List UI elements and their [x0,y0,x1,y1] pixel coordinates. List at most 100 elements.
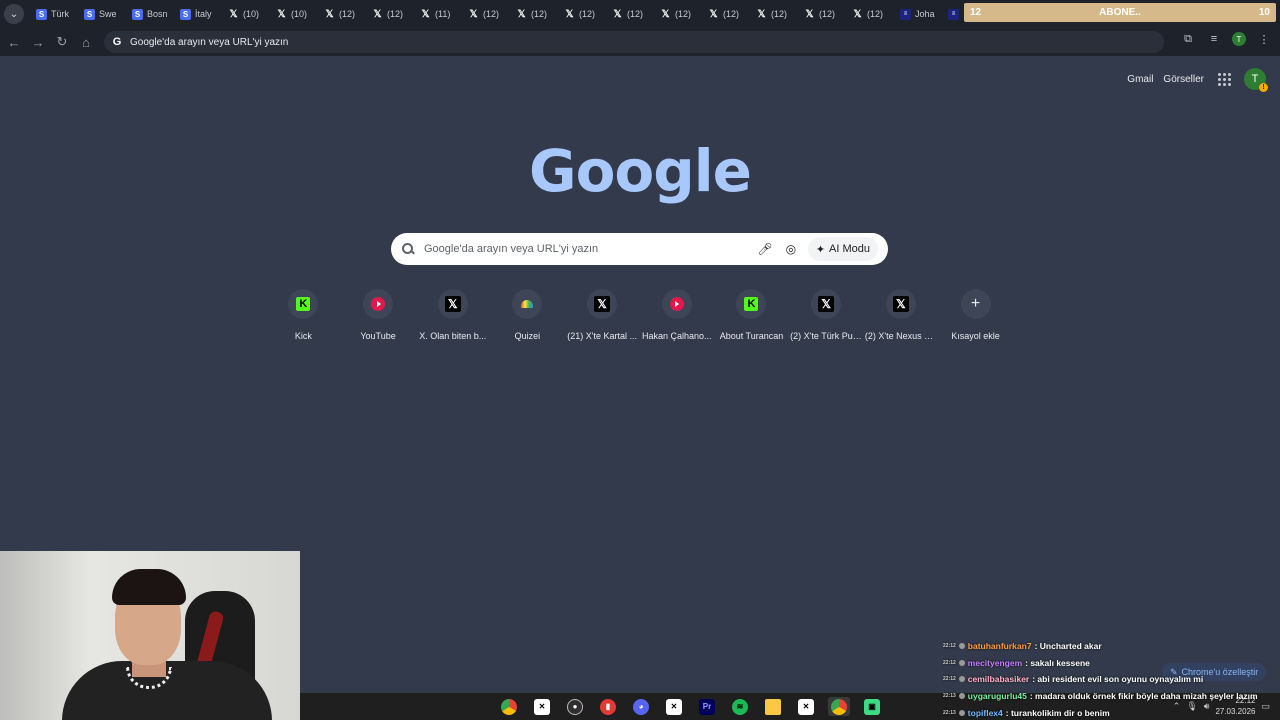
x-icon: 𝕏 [805,8,814,20]
browser-tab[interactable]: 𝕏 (12) [606,0,654,28]
shortcut-tile[interactable]: K About Turancan [714,289,789,341]
media-icon[interactable]: ≡ [1206,31,1222,47]
x-shortcut-circle[interactable]: 𝕏 [885,289,916,319]
browser-tab[interactable]: ≡ Joha [894,0,942,28]
capcut-taskbar-icon[interactable]: ✕ [531,697,553,716]
browser-tab[interactable]: 𝕏 (12) [318,0,366,28]
browser-tab[interactable]: 𝕏 (12) [558,0,606,28]
chrome-active-taskbar-icon[interactable] [828,697,850,716]
kick-shortcut-circle[interactable]: K [288,289,319,319]
shortcut-tile[interactable]: 𝕏 X. Olan biten b... [415,289,490,341]
kick-icon: K [744,297,759,311]
shortcut-tile[interactable]: Quizei [490,289,565,341]
shortcut-tile[interactable]: 𝕏 (2) X'te Nexus S... [864,289,939,341]
chat-username: cemilbabasiker [967,674,1030,685]
images-link[interactable]: Görseller [1163,74,1204,85]
shortcuts: K Kick YouTube 𝕏 X. Olan biten b... Quizei 𝕏 (2… [266,289,1013,341]
chat-message: 22:12 batuhanfurkan7: Uncharted akar [943,638,1280,655]
x-icon: 𝕏 [325,8,334,20]
x-shortcut-circle[interactable]: 𝕏 [811,289,842,319]
chrome-taskbar-icon[interactable] [498,697,520,716]
browser-tab[interactable]: 𝕏 (12) [654,0,702,28]
file-explorer-taskbar-icon[interactable] [762,697,784,716]
browser-tab[interactable]: 𝕏 (12) [366,0,414,28]
shortcut-tile[interactable]: 𝕏 (2) X'te Türk Pulse [789,289,864,341]
browser-tab[interactable]: 𝕏 (10) [222,0,270,28]
capcut3-taskbar-icon[interactable]: ✕ [795,697,817,716]
browser-tab[interactable]: S Swe [78,0,126,28]
tab-title: (12) [579,9,596,19]
browser-tab[interactable]: S Türk [30,0,78,28]
browser-tab[interactable]: S İtaly [174,0,222,28]
address-bar[interactable]: G Google'da arayın veya URL'yi yazın [104,31,1164,53]
blue-doc-icon: S [180,8,191,20]
search-input[interactable] [424,243,748,255]
browser-tab[interactable]: 𝕏 (12) [462,0,510,28]
gmail-link[interactable]: Gmail [1127,74,1153,85]
google-logo: Google [528,137,752,205]
youtube-shortcut-circle[interactable] [363,289,394,319]
shortcut-tile[interactable]: YouTube [341,289,416,341]
abone-center: ABONE.. [1099,7,1141,18]
search-box[interactable]: 🎤︎ ◎ ✦ AI Modu [391,233,888,265]
microphone-icon[interactable]: 🎤︎ [756,240,774,258]
chat-username: topiflex4 [967,707,1003,718]
tab-search-button[interactable]: ⌄ [4,4,24,24]
address-text[interactable]: Google'da arayın veya URL'yi yazın [130,37,288,48]
obs-taskbar-icon[interactable]: ● [564,697,586,716]
tab-title: (12) [675,9,692,19]
menu-icon[interactable]: ⋮ [1256,31,1272,47]
app-green-taskbar-icon[interactable]: ▣ [861,697,883,716]
browser-tab[interactable]: 𝕏 (11) [414,0,462,28]
extensions-icon[interactable]: ⧉ [1180,31,1196,47]
spotify-taskbar-icon[interactable]: ≋ [729,697,751,716]
shortcut-tile[interactable]: + Kısayol ekle [938,289,1013,341]
browser-tab[interactable]: 𝕏 (12) [702,0,750,28]
browser-tab[interactable]: 𝕏 (10) [270,0,318,28]
quiz-shortcut-circle[interactable] [512,289,543,319]
shortcut-tile[interactable]: Hakan Çalhano... [639,289,714,341]
browser-tab[interactable]: 𝕏 (12) [846,0,894,28]
shortcut-tile[interactable]: K Kick [266,289,341,341]
home-icon[interactable]: ⌂ [74,30,98,54]
x-icon: 𝕏 [421,8,430,20]
capcut2-taskbar-icon[interactable]: ✕ [663,697,685,716]
reload-icon[interactable]: ↻ [50,30,74,54]
youtube-shortcut-circle[interactable] [661,289,692,319]
chat-text: : madara olduk örnek fikir böyle daha mi… [1029,691,1258,702]
forward-icon[interactable]: → [26,30,50,54]
shortcut-label: Kick [294,331,312,341]
kick-shortcut-circle[interactable]: K [736,289,767,319]
webcam-overlay [0,551,300,720]
account-avatar-letter: T [1251,73,1259,85]
plus-shortcut-circle[interactable]: + [960,289,991,319]
browser-tab[interactable]: S Bosn [126,0,174,28]
stream-chat-overlay: 22:12 batuhanfurkan7: Uncharted akar 22:12… [943,638,1280,720]
chat-text: : turankolikim dir o benim [1005,707,1110,718]
back-icon[interactable]: ← [2,30,26,54]
apps-grid-icon[interactable] [1214,69,1234,89]
account-avatar[interactable]: T ! [1244,68,1268,92]
browser-tab[interactable]: 𝕏 (12) [510,0,558,28]
browser-tab[interactable]: 𝕏 (12) [750,0,798,28]
chat-text: : Uncharted akar [1034,641,1102,652]
x-shortcut-circle[interactable]: 𝕏 [437,289,468,319]
shortcut-tile[interactable]: 𝕏 (21) X'te Kartal ... [565,289,640,341]
chat-message: 22:13 topiflex4: turankolikim dir o benim [943,704,1280,720]
premiere-taskbar-icon[interactable]: Pr [696,697,718,716]
ai-sparkle-icon: ✦ [815,243,826,256]
chat-badge-icon [958,643,965,650]
x-shortcut-circle[interactable]: 𝕏 [587,289,618,319]
tabs: S Türk S Swe S Bosn S İtaly 𝕏 (10) 𝕏 (10) 𝕏 (12) 𝕏 (12)… [30,0,990,28]
chat-badge-icon [958,659,965,666]
browser-tab[interactable]: 𝕏 (12) [798,0,846,28]
tab-title: (12) [339,9,356,19]
ai-mode-button[interactable]: ✦ AI Modu [807,237,878,261]
kick-icon: K [296,297,311,311]
lens-icon[interactable]: ◎ [782,240,800,258]
warning-icon: ! [1259,83,1268,92]
profile-avatar-icon[interactable]: T [1232,32,1246,46]
discord-taskbar-icon[interactable]: ◕ [630,697,652,716]
app-red-taskbar-icon[interactable]: ▮ [597,697,619,716]
youtube-icon [371,297,386,311]
